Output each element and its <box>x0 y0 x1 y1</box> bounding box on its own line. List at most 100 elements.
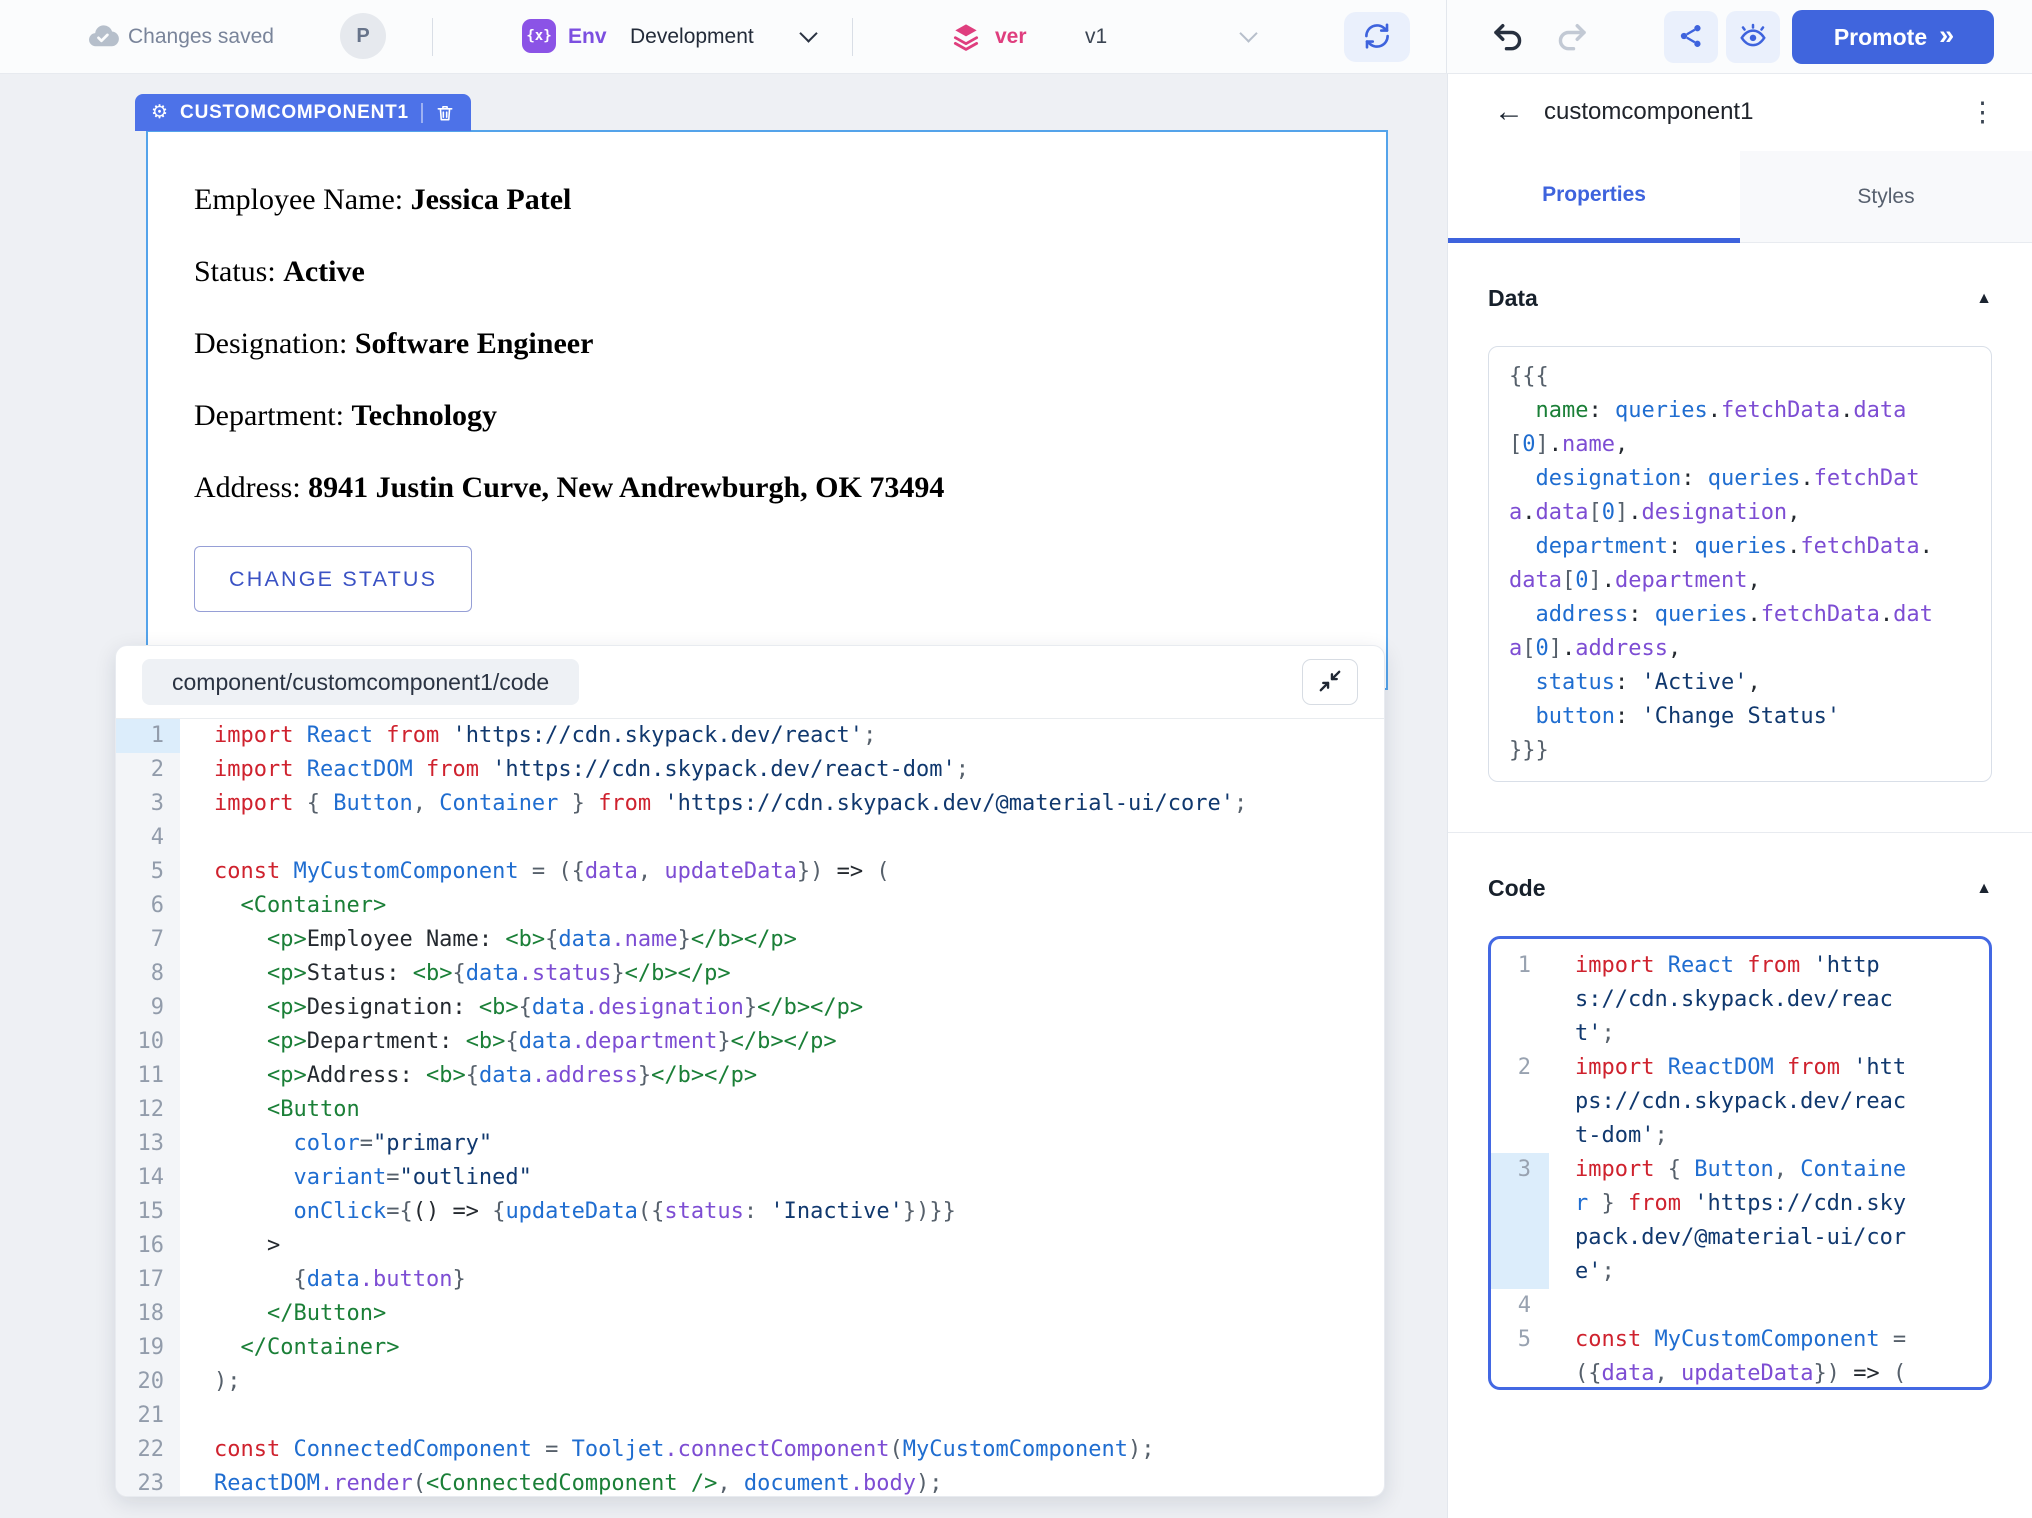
undo-button[interactable] <box>1488 18 1528 58</box>
section-divider <box>1448 832 2032 833</box>
line-number <box>1491 1119 1549 1153</box>
code-line: 20); <box>116 1365 1384 1399</box>
line-number: 6 <box>116 889 180 923</box>
chevron-down-icon[interactable] <box>799 24 817 42</box>
code-line: 12 <Button <box>116 1093 1384 1127</box>
code-line: t-dom'; <box>1491 1119 1989 1153</box>
inspector-sidebar: ← customcomponent1 ⋮ Properties Styles D… <box>1447 73 2032 1518</box>
kebab-menu-icon[interactable]: ⋮ <box>1963 98 2002 127</box>
code-line: 23ReactDOM.render(<ConnectedComponent />… <box>116 1467 1384 1497</box>
chevron-down-icon[interactable] <box>1239 24 1257 42</box>
widget-config-tab[interactable]: ⚙ CUSTOMCOMPONENT1 <box>135 94 471 131</box>
field-label: Designation: <box>194 327 355 360</box>
undo-icon <box>1490 19 1526 58</box>
field-value: Technology <box>351 399 497 432</box>
line-number: 10 <box>116 1025 180 1059</box>
tab-properties[interactable]: Properties <box>1448 151 1740 243</box>
code-line: name: queries.fetchData.data <box>1509 394 1971 428</box>
code-line: 21 <box>116 1399 1384 1433</box>
code-line: 6 <Container> <box>116 889 1384 923</box>
change-status-button[interactable]: CHANGE STATUS <box>194 546 472 612</box>
line-number: 18 <box>116 1297 180 1331</box>
line-number: 14 <box>116 1161 180 1195</box>
code-section-title: Code <box>1488 875 1546 902</box>
custom-component-widget[interactable]: Employee Name: Jessica PatelStatus: Acti… <box>146 130 1388 690</box>
field-label: Employee Name: <box>194 183 411 216</box>
env-label: Env <box>568 0 607 73</box>
changes-saved-status: Changes saved <box>128 0 274 73</box>
environment-selector[interactable]: Development <box>630 0 754 73</box>
promote-label: Promote <box>1834 24 1927 51</box>
data-section-header[interactable]: Data ▲ <box>1488 285 1992 312</box>
trash-icon[interactable] <box>435 103 455 123</box>
code-line: 9 <p>Designation: <b>{data.designation}<… <box>116 991 1384 1025</box>
tab-styles[interactable]: Styles <box>1740 151 2032 243</box>
employee-field: Status: Active <box>194 256 1340 288</box>
refresh-button[interactable] <box>1344 12 1410 62</box>
line-number <box>1491 1187 1549 1221</box>
code-line: ps://cdn.skypack.dev/reac <box>1491 1085 1989 1119</box>
inspector-tabs: Properties Styles <box>1448 151 2032 243</box>
topbar-divider <box>852 18 853 56</box>
collapse-editor-button[interactable] <box>1302 659 1358 705</box>
back-button[interactable]: ← <box>1488 96 1530 128</box>
code-line: address: queries.fetchData.dat <box>1509 598 1971 632</box>
code-line: a[0].address, <box>1509 632 1971 666</box>
employee-field: Address: 8941 Justin Curve, New Andrewbu… <box>194 472 1340 504</box>
component-code-editor[interactable]: 1import React from 'https://cdn.skypack.… <box>1488 936 1992 1390</box>
code-line: 11 <p>Address: <b>{data.address}</b></p> <box>116 1059 1384 1093</box>
preview-eye-button[interactable] <box>1726 11 1780 63</box>
line-number: 20 <box>116 1365 180 1399</box>
collapse-caret-icon[interactable]: ▲ <box>1976 290 1992 308</box>
code-editor[interactable]: 1import React from 'https://cdn.skypack.… <box>116 719 1384 1497</box>
topbar-divider <box>432 18 433 56</box>
code-line: 5const MyCustomComponent = <box>1491 1323 1989 1357</box>
line-number: 2 <box>1491 1051 1549 1085</box>
code-line: [0].name, <box>1509 428 1971 462</box>
line-number <box>1491 1221 1549 1255</box>
line-number: 3 <box>116 787 180 821</box>
code-editor-panel: component/customcomponent1/code 1import … <box>115 645 1385 1497</box>
code-line: 16 > <box>116 1229 1384 1263</box>
code-line: 19 </Container> <box>116 1331 1384 1365</box>
code-line: data[0].department, <box>1509 564 1971 598</box>
share-button[interactable] <box>1664 11 1718 63</box>
code-section-header[interactable]: Code ▲ <box>1488 875 1992 902</box>
collapse-caret-icon[interactable]: ▲ <box>1976 880 1992 898</box>
environment-icon: {x} <box>522 19 556 53</box>
field-value: Active <box>283 255 365 288</box>
employee-card: Employee Name: Jessica PatelStatus: Acti… <box>148 132 1386 612</box>
ver-label: ver <box>995 0 1027 73</box>
code-path-breadcrumb: component/customcomponent1/code <box>142 659 579 705</box>
promote-button[interactable]: Promote » <box>1792 10 1994 64</box>
field-value: 8941 Justin Curve, New Andrewburgh, OK 7… <box>308 471 944 504</box>
line-number: 4 <box>1491 1289 1549 1323</box>
refresh-icon <box>1362 21 1392 54</box>
code-line: 5const MyCustomComponent = ({data, updat… <box>116 855 1384 889</box>
line-number: 17 <box>116 1263 180 1297</box>
avatar[interactable]: P <box>340 13 386 59</box>
code-line: a.data[0].designation, <box>1509 496 1971 530</box>
line-number: 13 <box>116 1127 180 1161</box>
field-label: Address: <box>194 471 308 504</box>
field-value: Software Engineer <box>355 327 594 360</box>
line-number: 7 <box>116 923 180 957</box>
code-line: e'; <box>1491 1255 1989 1289</box>
redo-button[interactable] <box>1552 18 1592 58</box>
code-line: 17 {data.button} <box>116 1263 1384 1297</box>
code-line: 1import React from 'http <box>1491 949 1989 983</box>
line-number <box>1491 1357 1549 1390</box>
app-editor: Changes saved P {x} Env Development ver … <box>0 0 2032 1518</box>
field-label: Department: <box>194 399 351 432</box>
line-number: 11 <box>116 1059 180 1093</box>
version-selector[interactable]: v1 <box>1085 0 1107 73</box>
code-line: button: 'Change Status' <box>1509 700 1971 734</box>
eye-icon <box>1738 21 1768 54</box>
line-number: 9 <box>116 991 180 1025</box>
line-number: 16 <box>116 1229 180 1263</box>
gear-icon[interactable]: ⚙ <box>151 103 168 122</box>
line-number: 1 <box>1491 949 1549 983</box>
code-line: department: queries.fetchData. <box>1509 530 1971 564</box>
line-number: 22 <box>116 1433 180 1467</box>
data-binding-editor[interactable]: {{{ name: queries.fetchData.data[0].name… <box>1488 346 1992 782</box>
